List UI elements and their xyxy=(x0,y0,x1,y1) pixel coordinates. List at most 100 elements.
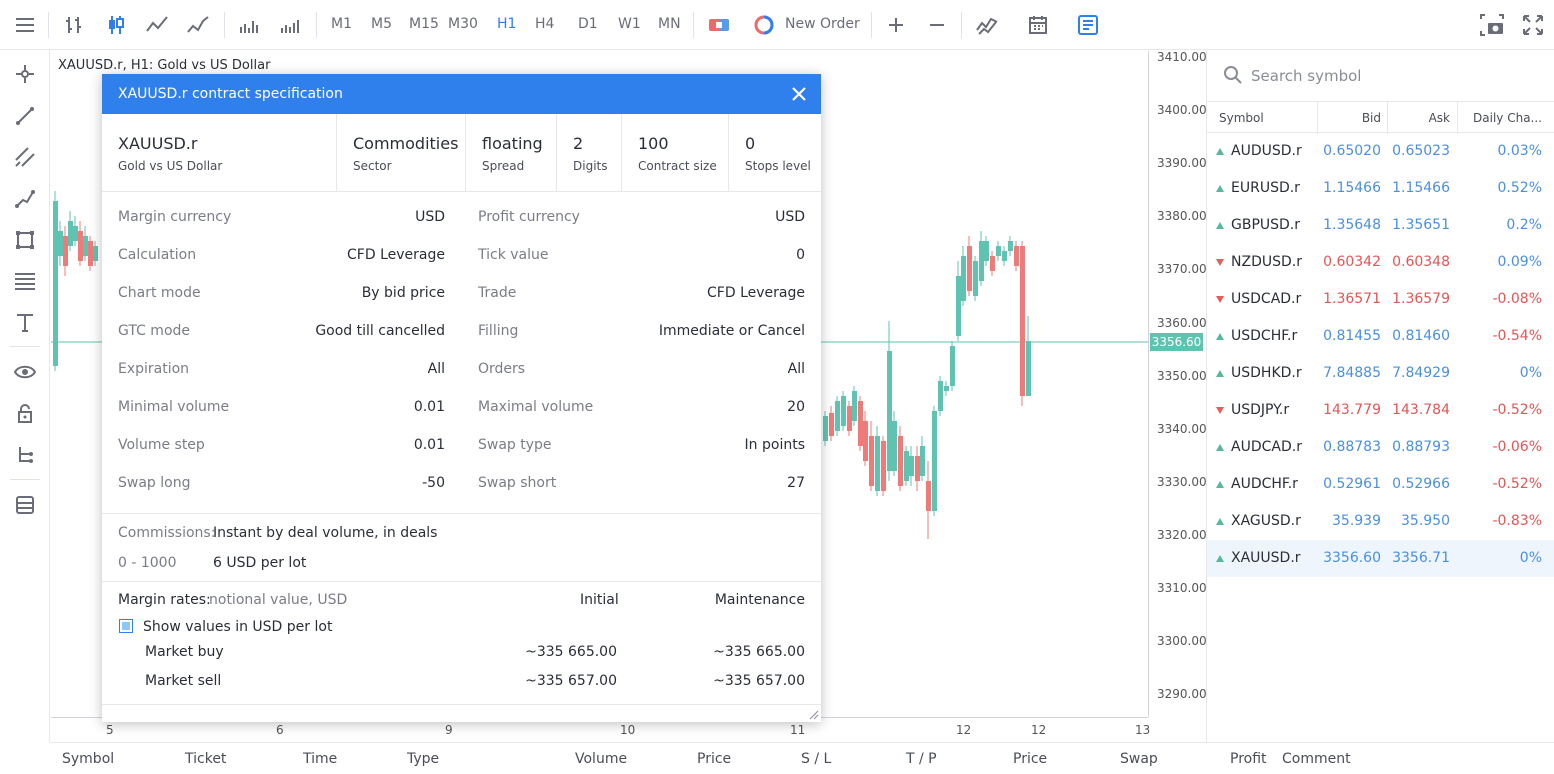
channel-icon[interactable] xyxy=(13,145,37,169)
arrow-up-icon xyxy=(1216,185,1224,192)
timeframe-m15[interactable]: M15 xyxy=(409,16,439,32)
symbol-row[interactable]: XAGUSD.r 35.939 35.950 -0.83% xyxy=(1207,503,1554,540)
calendar-icon[interactable] xyxy=(1026,13,1050,37)
candle-body xyxy=(68,221,73,246)
candle-body xyxy=(863,421,868,461)
trade-column-header[interactable]: Time xyxy=(303,751,337,767)
candlestick-icon[interactable] xyxy=(104,13,128,37)
timeframe-d1[interactable]: D1 xyxy=(578,16,598,32)
property-value: 0 xyxy=(796,247,805,263)
symbol-row[interactable]: USDHKD.r 7.84885 7.84929 0% xyxy=(1207,355,1554,392)
timeframe-m1[interactable]: M1 xyxy=(331,16,352,32)
fullscreen-icon[interactable] xyxy=(1521,13,1545,37)
symbol-row[interactable]: AUDUSD.r 0.65020 0.65023 0.03% xyxy=(1207,133,1554,170)
price-axis[interactable]: 3410.00 3400.00 3390.00 3380.00 3370.00 3360.… xyxy=(1148,50,1207,717)
new-order-icon[interactable] xyxy=(752,13,776,37)
symbol-bid: 35.939 xyxy=(1332,513,1381,529)
trade-column-header[interactable]: Swap xyxy=(1120,751,1158,767)
trade-column-header[interactable]: Volume xyxy=(575,751,627,767)
candle-body xyxy=(979,241,984,281)
candle-body xyxy=(875,436,880,491)
timeframe-mn[interactable]: MN xyxy=(658,16,681,32)
property-value: CFD Leverage xyxy=(347,247,445,263)
object-tree-icon[interactable] xyxy=(13,443,37,467)
rectangle-icon[interactable] xyxy=(13,228,37,252)
symbol-name: AUDCHF.r xyxy=(1231,476,1298,492)
trade-column-header[interactable]: T / P xyxy=(906,751,937,767)
candle-body xyxy=(898,436,903,486)
zoom-out-icon[interactable] xyxy=(925,13,949,37)
column-bid[interactable]: Bid xyxy=(1362,111,1381,125)
trade-column-header[interactable]: Symbol xyxy=(62,751,114,767)
lock-icon[interactable] xyxy=(13,402,37,426)
trade-column-header[interactable]: S / L xyxy=(801,751,831,767)
column-daily-change[interactable]: Daily Cha... xyxy=(1473,111,1542,125)
trade-column-header[interactable]: Ticket xyxy=(185,751,226,767)
trade-column-header[interactable]: Price xyxy=(697,751,731,767)
symbol-name: NZDUSD.r xyxy=(1231,254,1302,270)
drawing-toolbar xyxy=(0,50,50,742)
price-axis-label: 3390.00 xyxy=(1157,156,1207,171)
initial-header: Initial xyxy=(580,592,619,608)
text-icon[interactable] xyxy=(13,310,37,334)
new-order-button[interactable]: New Order xyxy=(785,16,860,32)
spec-property: Swap short 27 xyxy=(478,475,805,497)
close-button[interactable] xyxy=(787,82,811,106)
timeframe-m5[interactable]: M5 xyxy=(371,16,392,32)
symbol-row[interactable]: USDJPY.r 143.779 143.784 -0.52% xyxy=(1207,392,1554,429)
trade-column-header[interactable]: Price xyxy=(1013,751,1047,767)
margin-row-name: Market buy xyxy=(145,644,224,660)
symbol-row[interactable]: AUDCHF.r 0.52961 0.52966 -0.52% xyxy=(1207,466,1554,503)
column-divider xyxy=(1317,102,1318,134)
symbol-row[interactable]: GBPUSD.r 1.35648 1.35651 0.2% xyxy=(1207,207,1554,244)
polyline-icon[interactable] xyxy=(13,187,37,211)
trade-column-header[interactable]: Comment xyxy=(1282,751,1351,767)
specification-icon[interactable] xyxy=(1076,13,1100,37)
symbol-row[interactable]: USDCHF.r 0.81455 0.81460 -0.54% xyxy=(1207,318,1554,355)
eye-icon[interactable] xyxy=(13,360,37,384)
volume-icon[interactable] xyxy=(237,13,261,37)
dialog-header[interactable]: XAUUSD.r contract specification xyxy=(102,74,821,114)
symbol-daily-change: 0% xyxy=(1519,550,1542,566)
resize-handle-icon[interactable] xyxy=(809,710,819,720)
trade-column-header[interactable]: Type xyxy=(407,751,439,767)
summary-cell: 0 Stops level xyxy=(729,114,821,192)
usd-per-lot-label[interactable]: Show values in USD per lot xyxy=(143,619,332,635)
symbol-row[interactable]: USDCAD.r 1.36571 1.36579 -0.08% xyxy=(1207,281,1554,318)
trade-table-header: Symbol Ticket Time Type Volume Price S / L T / … xyxy=(50,742,1554,774)
line-chart-icon[interactable] xyxy=(145,13,169,37)
timeframe-w1[interactable]: W1 xyxy=(618,16,641,32)
bar-chart-icon[interactable] xyxy=(62,13,86,37)
menu-icon[interactable] xyxy=(13,13,37,37)
timeframe-m30[interactable]: M30 xyxy=(448,16,478,32)
zoom-in-icon[interactable] xyxy=(884,13,908,37)
spec-property: Orders All xyxy=(478,361,805,383)
symbol-name: AUDCAD.r xyxy=(1231,439,1302,455)
price-axis-label: 3400.00 xyxy=(1157,103,1207,118)
column-ask[interactable]: Ask xyxy=(1429,111,1450,125)
search-symbol-input[interactable] xyxy=(1251,63,1541,89)
candle-body xyxy=(58,231,63,256)
symbol-row[interactable]: XAUUSD.r 3356.60 3356.71 0% xyxy=(1207,540,1554,577)
layers-icon[interactable] xyxy=(13,493,37,517)
timeframe-h1[interactable]: H1 xyxy=(497,16,516,32)
area-chart-icon[interactable] xyxy=(186,13,210,37)
summary-cell: floating Spread xyxy=(466,114,557,192)
symbol-row[interactable]: AUDCAD.r 0.88783 0.88793 -0.06% xyxy=(1207,429,1554,466)
indicators-icon[interactable] xyxy=(975,13,999,37)
symbol-row[interactable]: NZDUSD.r 0.60342 0.60348 0.09% xyxy=(1207,244,1554,281)
column-symbol[interactable]: Symbol xyxy=(1219,111,1264,125)
symbol-row[interactable]: EURUSD.r 1.15466 1.15466 0.52% xyxy=(1207,170,1554,207)
price-axis-label: 3310.00 xyxy=(1157,581,1207,595)
trend-line-icon[interactable] xyxy=(13,104,37,128)
fibonacci-icon[interactable] xyxy=(13,269,37,293)
one-click-trading-icon[interactable] xyxy=(707,13,731,37)
tick-volume-icon[interactable] xyxy=(278,13,302,37)
trade-column-header[interactable]: Profit xyxy=(1230,751,1267,767)
candle-body xyxy=(881,441,886,491)
screenshot-icon[interactable] xyxy=(1480,13,1504,37)
timeframe-h4[interactable]: H4 xyxy=(535,16,554,32)
usd-per-lot-checkbox[interactable] xyxy=(119,619,133,633)
crosshair-icon[interactable] xyxy=(13,62,37,86)
arrow-up-icon xyxy=(1216,222,1224,229)
